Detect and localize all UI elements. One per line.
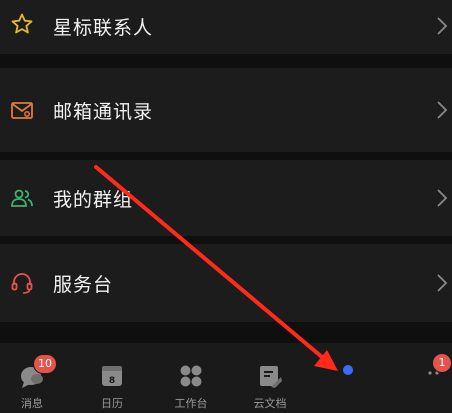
- menu-item-starred-contacts[interactable]: 星标联系人: [0, 0, 452, 54]
- svg-text:8: 8: [109, 376, 115, 386]
- menu-item-label: 星标联系人: [53, 16, 154, 39]
- headset-icon: [11, 273, 33, 294]
- tab-workbench[interactable]: 工作台: [161, 343, 221, 413]
- section-divider: [0, 54, 452, 68]
- grid-apps-icon: [180, 365, 202, 387]
- chevron-right-icon: [437, 274, 448, 292]
- menu-item-service-desk[interactable]: 服务台: [0, 244, 452, 322]
- active-dot-icon: [343, 365, 353, 375]
- group-icon: [11, 189, 33, 207]
- tab-label: 云文档: [253, 397, 287, 410]
- chevron-right-icon: [437, 17, 448, 35]
- tab-label: 消息: [21, 397, 43, 410]
- tab-more[interactable]: 1: [398, 343, 452, 413]
- chevron-right-icon: [437, 101, 448, 119]
- unread-count-badge: 10: [33, 354, 57, 374]
- notification-badge: 1: [432, 353, 452, 373]
- tab-label: 日历: [101, 397, 123, 410]
- menu-item-label: 邮箱通讯录: [53, 100, 154, 123]
- tab-cloud-docs[interactable]: 云文档: [240, 343, 300, 413]
- tab-calendar[interactable]: 8 日历: [82, 343, 142, 413]
- chevron-right-icon: [437, 189, 448, 207]
- tab-messages[interactable]: 10 消息: [2, 343, 62, 413]
- mail-contact-icon: [11, 102, 33, 119]
- section-divider: [0, 236, 452, 244]
- menu-item-label: 我的群组: [53, 188, 134, 211]
- menu-item-label: 服务台: [53, 273, 114, 296]
- tab-contacts[interactable]: [319, 343, 379, 413]
- menu-item-mail-contacts[interactable]: 邮箱通讯录: [0, 68, 452, 152]
- bottom-tab-bar: 10 消息 8 日历 工作台 云文档 1: [0, 343, 452, 413]
- star-icon: [11, 13, 33, 34]
- calendar-icon: 8: [102, 366, 122, 386]
- section-divider: [0, 152, 452, 160]
- cloud-doc-icon: [260, 366, 282, 388]
- menu-item-my-groups[interactable]: 我的群组: [0, 160, 452, 236]
- tab-label: 工作台: [174, 397, 208, 410]
